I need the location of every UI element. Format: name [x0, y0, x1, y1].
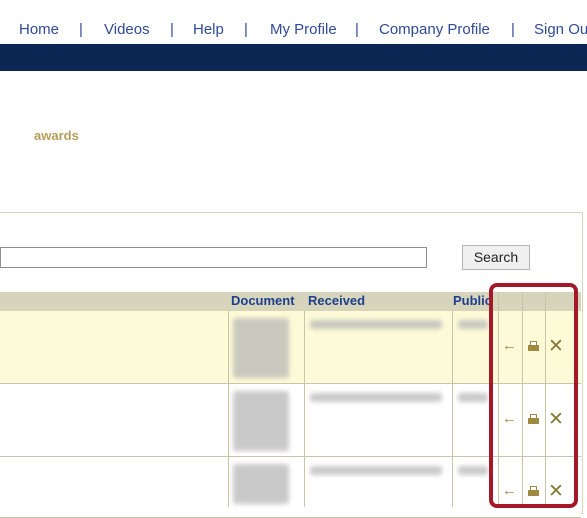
redacted-public-cell	[458, 393, 488, 402]
search-button[interactable]: Search	[462, 245, 530, 270]
column-divider	[304, 311, 305, 507]
column-header-document[interactable]: Document	[231, 293, 295, 308]
redacted-received-cell	[310, 466, 442, 475]
redacted-received-cell	[310, 320, 442, 329]
nav-help-link[interactable]: Help	[193, 21, 224, 38]
navigation-bar	[0, 44, 587, 71]
action-icons-highlight	[489, 283, 578, 508]
nav-separator: |	[511, 21, 515, 38]
column-divider	[228, 311, 229, 507]
nav-separator: |	[170, 21, 174, 38]
redacted-document-cell	[233, 318, 289, 378]
nav-sign-out-link[interactable]: Sign Out	[534, 21, 587, 38]
nav-separator: |	[79, 21, 83, 38]
column-divider	[452, 311, 453, 507]
redacted-document-cell	[233, 391, 289, 451]
redacted-received-cell	[310, 393, 442, 402]
column-header-received[interactable]: Received	[308, 293, 365, 308]
column-header-public[interactable]: Public	[453, 293, 491, 308]
nav-videos-link[interactable]: Videos	[104, 21, 150, 38]
nav-separator: |	[355, 21, 359, 38]
redacted-public-cell	[458, 320, 488, 329]
nav-home-link[interactable]: Home	[19, 21, 59, 38]
redacted-document-cell	[233, 464, 289, 504]
nav-my-profile-link[interactable]: My Profile	[270, 21, 337, 38]
nav-company-profile-link[interactable]: Company Profile	[379, 21, 490, 38]
redacted-public-cell	[458, 466, 488, 475]
section-heading: awards	[34, 128, 79, 143]
search-input[interactable]	[0, 247, 427, 268]
nav-separator: |	[244, 21, 248, 38]
top-navigation: Home | Videos | Help | My Profile | Comp…	[0, 0, 587, 44]
